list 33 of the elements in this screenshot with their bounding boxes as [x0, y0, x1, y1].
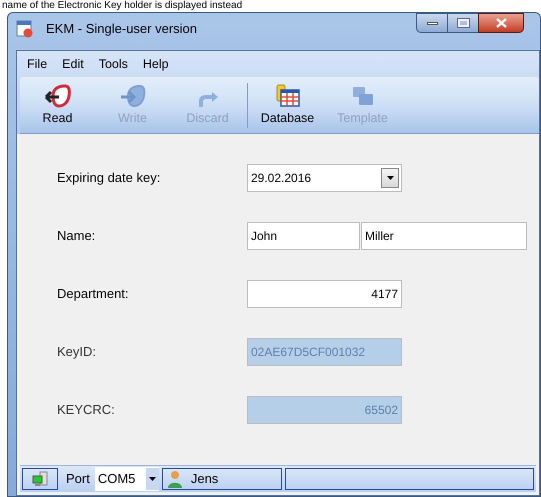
menu-item[interactable]: File [27, 54, 48, 74]
user-icon [166, 470, 183, 488]
caret-icon [386, 176, 394, 180]
toolbar-button[interactable]: Database [250, 82, 325, 129]
field-label: KeyID: [57, 343, 98, 362]
port-dropdown[interactable]: COM5 [94, 467, 159, 491]
caption-text: name of the Electronic Key holder is displayed instead [2, 0, 244, 12]
computer-icon [31, 471, 49, 487]
input-field[interactable]: John [247, 222, 360, 250]
maximize-button[interactable] [448, 13, 478, 33]
field-label: Department: [57, 285, 130, 304]
close-button[interactable] [478, 13, 524, 33]
toolbar-button[interactable]: Read [20, 82, 95, 129]
caret-icon [148, 477, 156, 481]
menu-item[interactable]: Edit [62, 54, 84, 74]
key-fob-icon [44, 84, 70, 108]
field-label: Name: [57, 227, 96, 246]
redo-arrow-icon [196, 92, 218, 108]
user-name: Jens [190, 470, 218, 488]
table-grid-icon [274, 84, 300, 108]
close-icon [496, 18, 506, 28]
field-label: KEYCRC: [57, 401, 116, 420]
minimize-button[interactable] [416, 13, 448, 33]
menu-item[interactable]: Help [142, 54, 169, 74]
menu-item[interactable]: Tools [98, 54, 128, 74]
window-title: EKM - Single-user version [46, 20, 197, 38]
input-field[interactable]: Miller [361, 222, 527, 250]
port-label: Port [66, 470, 90, 488]
field-label: Expiring date key: [57, 169, 162, 188]
date-dropdown[interactable]: 29.02.2016 [247, 164, 402, 192]
key-fob-arrow-icon [120, 84, 146, 108]
app-icon [16, 20, 34, 38]
input-field[interactable]: 4177 [247, 280, 402, 308]
